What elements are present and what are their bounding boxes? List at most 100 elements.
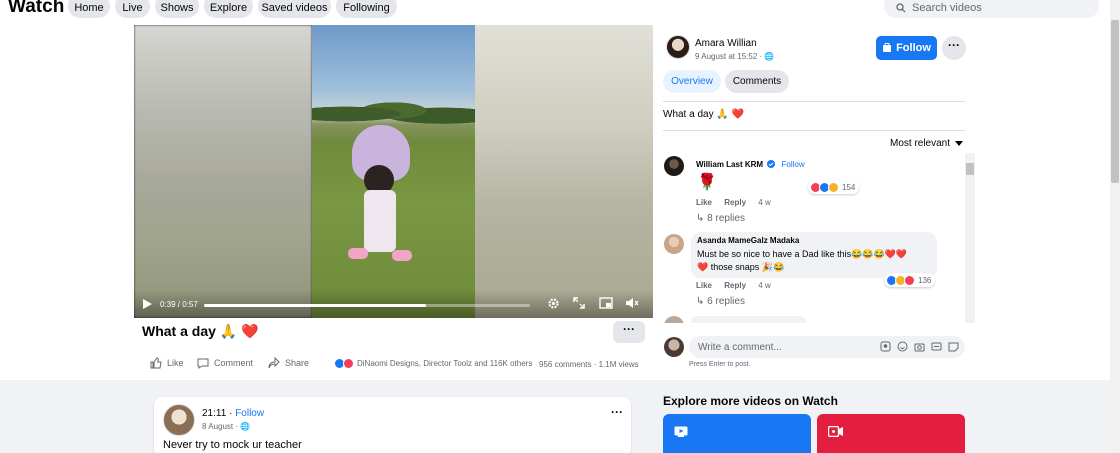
nav-shows[interactable]: Shows xyxy=(155,0,199,18)
nav-following[interactable]: Following xyxy=(336,0,397,18)
share-arrow-icon xyxy=(268,357,280,369)
post-time[interactable]: 21:11 xyxy=(202,408,226,419)
comment-like-link[interactable]: Like xyxy=(696,198,712,207)
commenter-name[interactable]: William Last KRM Follow xyxy=(696,160,805,169)
replies-count: 8 replies xyxy=(707,213,745,224)
video-child-shoe-right xyxy=(392,250,412,261)
camera-icon[interactable] xyxy=(914,341,925,352)
haha-reaction-icon xyxy=(828,181,839,193)
comment-age: 4 w xyxy=(758,198,771,207)
video-caption: What a day 🙏 ❤️ xyxy=(663,109,745,120)
post-date: 8 August · 🌐 xyxy=(202,422,251,431)
comment-button[interactable]: Comment xyxy=(197,357,253,369)
share-button[interactable]: Share xyxy=(268,357,309,369)
nav-explore[interactable]: Explore xyxy=(204,0,253,18)
comment-text-line-2: ❤️ those snaps 🎉😂 xyxy=(697,262,785,272)
tab-comments[interactable]: Comments xyxy=(725,70,789,93)
reactions-text: DiNaomi Designs, Director Toolz and 116K… xyxy=(357,359,533,368)
explore-tile-watch[interactable] xyxy=(663,414,811,453)
follow-label: Follow xyxy=(896,42,931,54)
video-blur-left xyxy=(134,25,312,318)
settings-gear-icon[interactable] xyxy=(547,297,560,310)
reaction-count: 136 xyxy=(918,275,932,285)
comment-label: Comment xyxy=(214,358,254,368)
view-replies-link[interactable]: ↳ 6 replies xyxy=(696,296,745,307)
search-placeholder: Search videos xyxy=(912,2,982,14)
gif-icon[interactable] xyxy=(931,341,942,352)
commenter-follow-link[interactable]: Follow xyxy=(782,160,805,169)
nav-saved-videos[interactable]: Saved videos xyxy=(258,0,331,18)
author-name[interactable]: Amara Willian xyxy=(695,38,757,49)
video-blur-right xyxy=(475,25,653,318)
user-avatar xyxy=(664,337,684,357)
nav-home[interactable]: Home xyxy=(68,0,110,18)
comments-scrollbar[interactable] xyxy=(965,153,975,323)
view-replies-link[interactable]: ↳ 8 replies xyxy=(696,213,745,224)
post-title: What a day 🙏 ❤️ xyxy=(142,323,259,339)
avatar-sticker-icon[interactable] xyxy=(880,341,891,352)
commenter-avatar[interactable] xyxy=(664,316,684,323)
post-more-button[interactable]: ··· xyxy=(613,321,645,343)
sidebar-more-button[interactable]: ··· xyxy=(942,36,966,60)
picture-in-picture-icon[interactable] xyxy=(599,297,613,309)
comment-bubble xyxy=(691,316,806,323)
comments-list: William Last KRM Follow 🌹 154 Like Reply… xyxy=(661,153,966,323)
post-author-avatar[interactable] xyxy=(163,404,195,436)
verified-badge-icon xyxy=(767,160,776,168)
commenter-avatar[interactable] xyxy=(664,234,684,254)
video-controls: 0:39 / 0:57 xyxy=(134,290,653,318)
reactions-summary[interactable]: DiNaomi Designs, Director Toolz and 116K… xyxy=(334,358,532,369)
comment-bubble-icon xyxy=(197,358,209,369)
comment-meta: Like Reply 4 w xyxy=(696,281,771,290)
video-frame xyxy=(312,25,475,318)
follow-icon xyxy=(883,43,892,52)
feed-post-card: 21:11 · Follow 8 August · 🌐 ··· Never tr… xyxy=(154,397,631,453)
volume-icon[interactable] xyxy=(625,297,639,309)
commenter-avatar[interactable] xyxy=(664,156,684,176)
emoji-icon[interactable] xyxy=(897,341,908,352)
comments-count[interactable]: 956 comments xyxy=(539,360,591,369)
comment-meta: Like Reply 4 w xyxy=(696,198,771,207)
tab-overview[interactable]: Overview xyxy=(663,70,721,93)
expand-icon[interactable] xyxy=(573,297,585,309)
comment-reactions[interactable]: 154 xyxy=(808,180,860,194)
search-box[interactable]: Search videos xyxy=(884,0,1099,18)
thumbs-up-icon xyxy=(150,357,162,369)
reply-arrow-icon: ↳ xyxy=(696,296,708,307)
chevron-down-icon xyxy=(955,141,964,146)
page-scrollbar[interactable] xyxy=(1110,0,1120,453)
composer-icons xyxy=(880,341,959,352)
comments-scrollbar-thumb[interactable] xyxy=(966,163,974,175)
comment-reactions[interactable]: 136 xyxy=(884,273,936,287)
nav-live[interactable]: Live xyxy=(115,0,150,18)
love-reaction-icon xyxy=(904,274,915,286)
comment-reply-link[interactable]: Reply xyxy=(724,281,746,290)
like-label: Like xyxy=(167,358,184,368)
comment-placeholder: Write a comment... xyxy=(698,341,782,353)
search-icon xyxy=(896,3,906,13)
commenter-name[interactable]: Asanda MameGalz Madaka xyxy=(697,236,799,245)
comment-input[interactable]: Write a comment... xyxy=(689,336,965,358)
play-icon[interactable] xyxy=(143,299,152,309)
post-follow-link[interactable]: Follow xyxy=(235,408,264,419)
comment-age: 4 w xyxy=(758,281,771,290)
comment-text-line-1: Must be so nice to have a Dad like this😂… xyxy=(697,249,908,259)
post-header: 21:11 · Follow xyxy=(202,408,264,419)
author-avatar[interactable] xyxy=(666,35,690,59)
comment-sort-dropdown[interactable]: Most relevant xyxy=(890,138,964,149)
video-progress-bar[interactable] xyxy=(204,304,530,307)
explore-tile-live[interactable] xyxy=(817,414,965,453)
press-enter-hint: Press Enter to post. xyxy=(689,361,751,368)
video-progress-fill xyxy=(204,304,426,307)
follow-button[interactable]: Follow xyxy=(876,36,937,60)
comment-reply-link[interactable]: Reply xyxy=(724,198,746,207)
post-stats: 956 comments · 1.1M views xyxy=(539,360,639,369)
like-button[interactable]: Like xyxy=(150,357,184,369)
author-timestamp: 9 August at 15:52 · 🌐 xyxy=(695,52,775,61)
video-player[interactable]: 0:39 / 0:57 xyxy=(134,25,653,318)
sticker-icon[interactable] xyxy=(948,341,959,352)
divider xyxy=(663,130,965,131)
post-more-icon[interactable]: ··· xyxy=(611,405,623,419)
comment-like-link[interactable]: Like xyxy=(696,281,712,290)
page-scrollbar-thumb[interactable] xyxy=(1111,20,1119,183)
